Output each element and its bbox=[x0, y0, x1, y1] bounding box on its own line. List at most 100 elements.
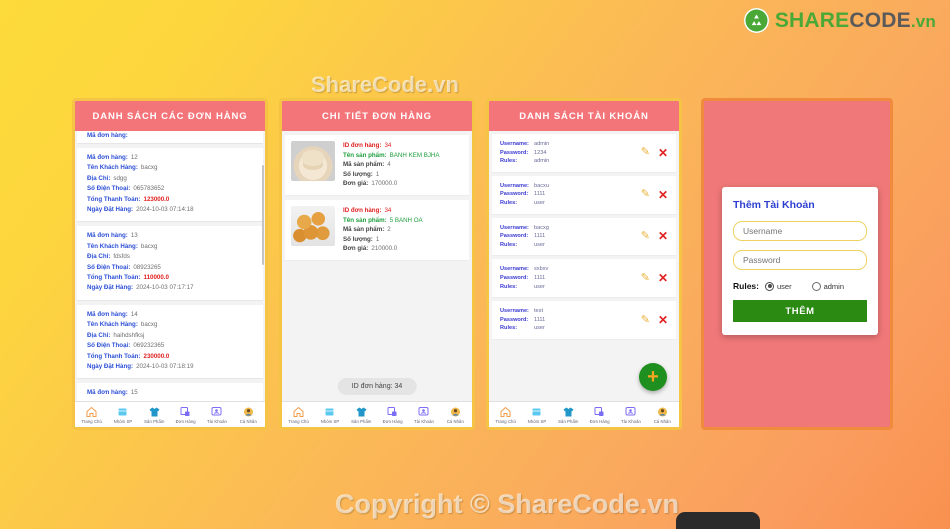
order-id-value: 15 bbox=[130, 389, 138, 397]
order-card[interactable]: Mã đơn hàng: 13 Tên Khách Hàng: bacxg Địa … bbox=[77, 226, 263, 301]
phone-value: 065783652 bbox=[133, 185, 165, 193]
order-list-scroll[interactable]: Mã đơn hàng: Mã đơn hàng: 12 Tên Khách Hà… bbox=[75, 131, 265, 401]
nav-item-san-pham[interactable]: Sản Phẩm bbox=[553, 406, 584, 424]
person-icon bbox=[243, 407, 253, 416]
nav-item-ca-nhan[interactable]: Cá Nhân bbox=[440, 406, 471, 424]
nav-item-ca-nhan[interactable]: Cá Nhân bbox=[647, 406, 678, 424]
home-icon bbox=[293, 406, 304, 417]
nav-label: Trang Chủ bbox=[81, 418, 102, 424]
order-card[interactable]: Mã đơn hàng: 14 Tên Khách Hàng: bacxg Địa … bbox=[77, 304, 263, 380]
radio-user-icon bbox=[764, 281, 774, 291]
nav-item-ca-nhan[interactable]: Cá Nhân bbox=[233, 406, 264, 424]
rules-row: Rules: user admin bbox=[733, 281, 867, 291]
box-icon bbox=[325, 408, 334, 415]
pencil-icon[interactable]: ✎ bbox=[641, 272, 650, 284]
total-label: Tổng Thanh Toán: bbox=[87, 352, 141, 360]
close-x-icon[interactable]: ✕ bbox=[658, 189, 668, 201]
close-x-icon[interactable]: ✕ bbox=[658, 272, 668, 284]
rules-value: user bbox=[534, 241, 545, 248]
bottom-nav: Trang Chủ Nhóm SP Sản Phẩm Đơn Hàng Tài … bbox=[489, 401, 679, 427]
password-value: 1111 bbox=[534, 274, 546, 281]
address-label: Địa Chỉ: bbox=[87, 174, 111, 182]
detail-product-name-label: Tên sản phẩm: bbox=[343, 216, 387, 224]
nav-item-tai-khoan[interactable]: Tài Khoản bbox=[201, 406, 232, 424]
username-label: Username: bbox=[500, 266, 529, 273]
order-icon bbox=[180, 406, 190, 416]
nav-item-don-hang[interactable]: Đơn Hàng bbox=[170, 406, 201, 424]
address-label: Địa Chỉ: bbox=[87, 331, 111, 339]
nav-item-san-pham[interactable]: Sản Phẩm bbox=[346, 406, 377, 424]
dialog-title: Thêm Tài Khoản bbox=[733, 199, 815, 211]
radio-admin[interactable]: admin bbox=[811, 281, 845, 291]
detail-product-name-label: Tên sản phẩm: bbox=[343, 151, 387, 159]
rules-value: user bbox=[534, 199, 545, 206]
nav-item-trang-chu[interactable]: Trang Chủ bbox=[76, 406, 107, 424]
nav-label: Trang Chủ bbox=[495, 418, 516, 424]
pencil-icon[interactable]: ✎ bbox=[641, 230, 650, 242]
nav-item-nhom-sp[interactable]: Nhóm SP bbox=[521, 406, 552, 424]
rules-value: user bbox=[534, 283, 545, 290]
nav-item-trang-chu[interactable]: Trang Chủ bbox=[490, 406, 521, 424]
password-input[interactable] bbox=[733, 250, 867, 270]
close-x-icon[interactable]: ✕ bbox=[658, 230, 668, 242]
order-detail-item[interactable]: ID đơn hàng: 34 Tên sản phẩm: 5 BANH OA Mã… bbox=[285, 199, 469, 261]
submit-add-account-button[interactable]: THÊM bbox=[733, 300, 867, 322]
order-card-partial-bottom[interactable]: Mã đơn hàng: 15 bbox=[77, 383, 263, 401]
account-row[interactable]: Username: bacxu Password: 1111 Rules: user … bbox=[492, 175, 676, 215]
account-row[interactable]: Username: admin Password: 1234 Rules: admin… bbox=[492, 134, 676, 173]
pencil-icon[interactable]: ✎ bbox=[641, 189, 650, 200]
account-row[interactable]: Username: bacxg Password: 1111 Rules: user … bbox=[492, 217, 676, 257]
account-row[interactable]: Username: sxbxv Password: 1111 Rules: user … bbox=[492, 259, 676, 299]
customer-label: Tên Khách Hàng: bbox=[87, 242, 138, 250]
radio-user[interactable]: user bbox=[764, 281, 792, 291]
order-partial-label: Mã đơn hàng: bbox=[87, 132, 128, 139]
close-x-icon[interactable]: ✕ bbox=[658, 147, 668, 159]
total-value: 110000.0 bbox=[143, 274, 169, 282]
radio-admin-label: admin bbox=[823, 281, 845, 291]
username-input[interactable] bbox=[733, 221, 867, 241]
order-card-partial-top[interactable]: Mã đơn hàng: bbox=[77, 131, 263, 144]
nav-item-tai-khoan[interactable]: Tài Khoản bbox=[615, 406, 646, 424]
order-card[interactable]: Mã đơn hàng: 12 Tên Khách Hàng: bacxg Địa … bbox=[77, 148, 263, 223]
home-icon bbox=[500, 406, 511, 417]
nav-item-nhom-sp[interactable]: Nhóm SP bbox=[107, 406, 138, 424]
nav-label: Cá Nhân bbox=[653, 418, 671, 424]
account-list-scroll[interactable]: Username: admin Password: 1234 Rules: admin… bbox=[489, 131, 679, 401]
radio-user-label: user bbox=[776, 281, 792, 291]
pencil-icon[interactable]: ✎ bbox=[641, 314, 650, 326]
account-icon bbox=[625, 406, 636, 415]
pencil-icon[interactable]: ✎ bbox=[641, 147, 650, 158]
phone-value: 069232365 bbox=[133, 342, 165, 350]
detail-price-label: Đơn giá: bbox=[343, 180, 369, 188]
product-thumbnail bbox=[291, 141, 335, 181]
date-label: Ngày Đặt Hàng: bbox=[87, 206, 134, 214]
detail-quantity-label: Số lượng: bbox=[343, 170, 373, 178]
detail-order-id-label: ID đơn hàng: bbox=[343, 142, 382, 149]
add-account-fab[interactable]: + bbox=[639, 363, 667, 391]
close-x-icon[interactable]: ✕ bbox=[658, 314, 668, 326]
order-detail-item[interactable]: ID đơn hàng: 34 Tên sản phẩm: BANH KEM BJH… bbox=[285, 135, 469, 196]
nav-label: Nhóm SP bbox=[527, 418, 547, 424]
nav-item-san-pham[interactable]: Sản Phẩm bbox=[139, 406, 170, 424]
account-actions: ✎ ✕ bbox=[641, 147, 668, 159]
nav-item-tai-khoan[interactable]: Tài Khoản bbox=[408, 406, 439, 424]
nav-item-trang-chu[interactable]: Trang Chủ bbox=[283, 406, 314, 424]
detail-product-name-value: 5 BANH OA bbox=[389, 216, 423, 224]
password-label: Password: bbox=[500, 316, 529, 323]
nav-item-don-hang[interactable]: Đơn Hàng bbox=[584, 406, 615, 424]
order-detail-scroll[interactable]: ID đơn hàng: 34 Tên sản phẩm: BANH KEM BJH… bbox=[282, 131, 472, 401]
account-row[interactable]: Username: test Password: 1111 Rules: user ✎… bbox=[492, 301, 676, 340]
rules-label: Rules: bbox=[500, 158, 518, 165]
phone-label: Số Điện Thoại: bbox=[87, 185, 131, 193]
nav-item-nhom-sp[interactable]: Nhóm SP bbox=[314, 406, 345, 424]
box-icon bbox=[118, 408, 127, 415]
nav-label: Tài Khoản bbox=[413, 418, 434, 424]
appbar-account-list: DANH SÁCH TÀI KHOẢN bbox=[489, 101, 679, 131]
password-value: 1234 bbox=[534, 149, 547, 156]
nav-item-don-hang[interactable]: Đơn Hàng bbox=[377, 406, 408, 424]
order-icon bbox=[594, 406, 604, 416]
vertical-scrollbar[interactable] bbox=[262, 165, 264, 265]
nav-label: Sản Phẩm bbox=[558, 418, 579, 424]
screenshot-collage: DANH SÁCH CÁC ĐƠN HÀNG Mã đơn hàng: Mã đ… bbox=[0, 0, 950, 529]
phone-order-list: DANH SÁCH CÁC ĐƠN HÀNG Mã đơn hàng: Mã đ… bbox=[72, 98, 268, 430]
